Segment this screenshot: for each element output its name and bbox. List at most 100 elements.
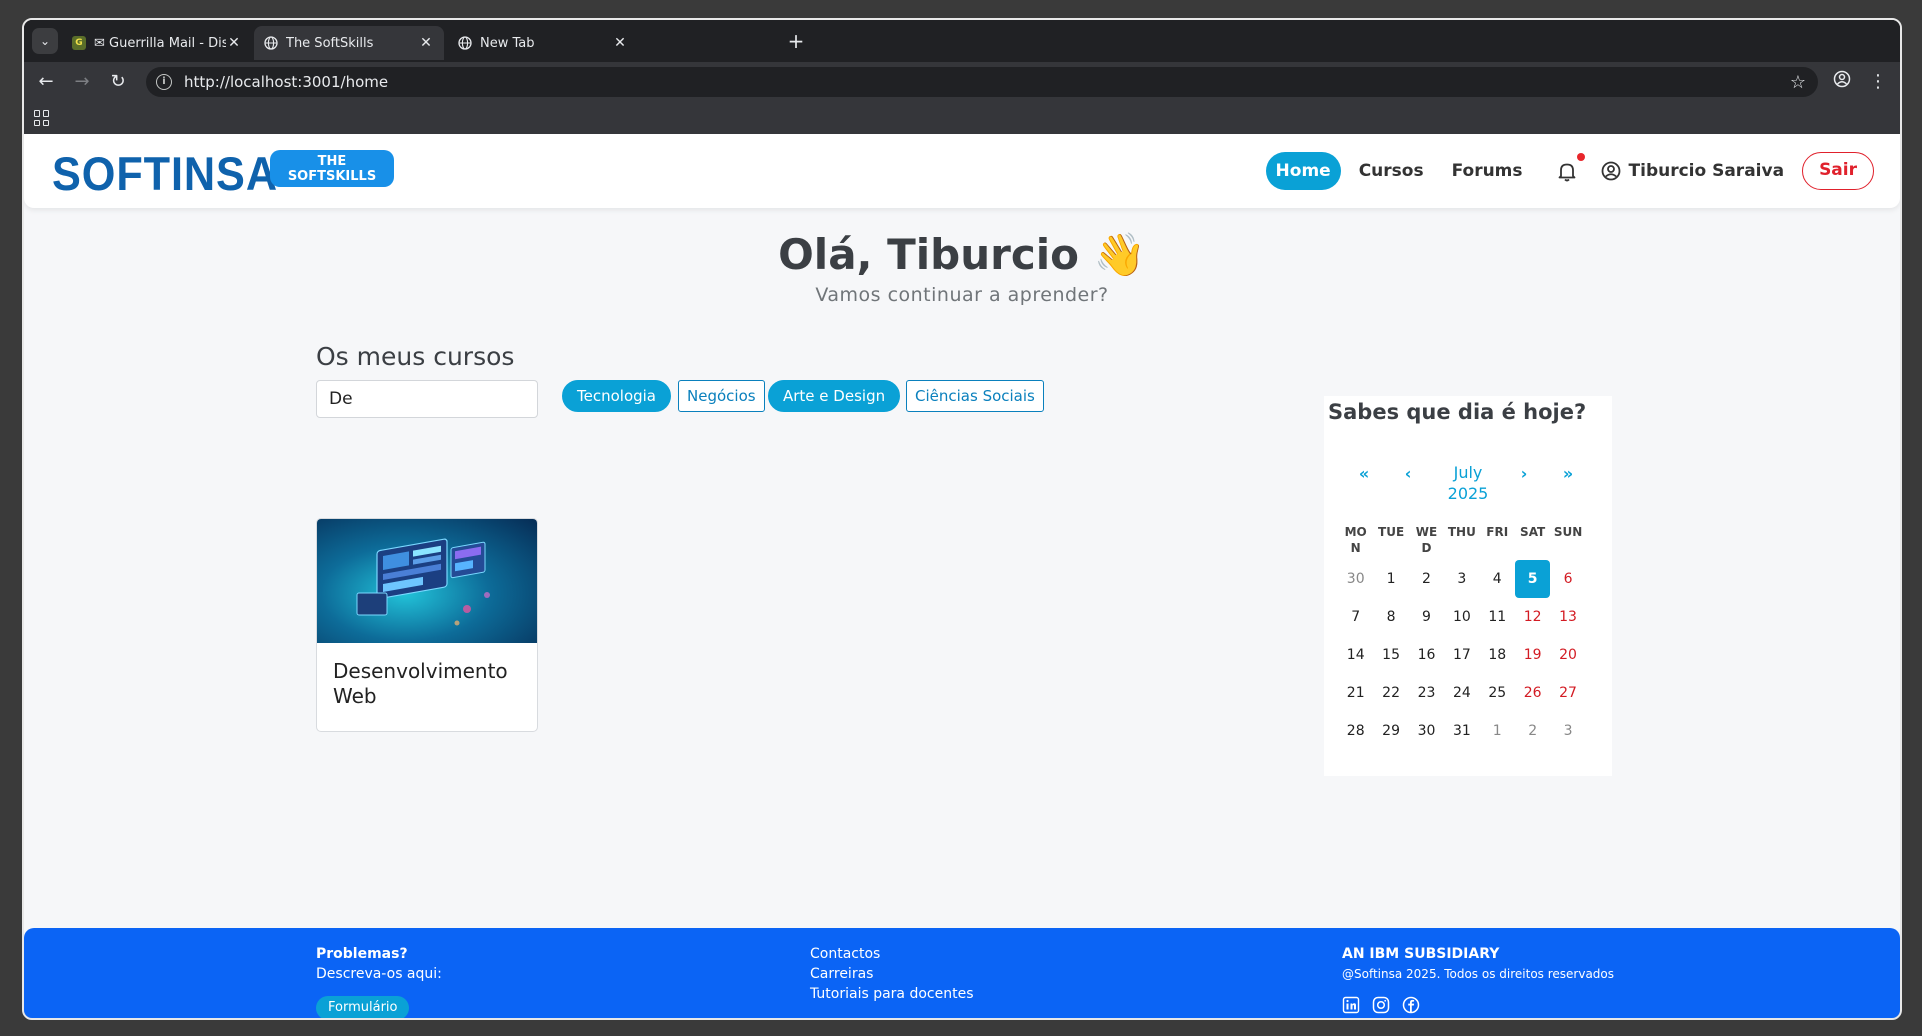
calendar-day[interactable]: 6 [1550, 571, 1585, 587]
user-circle-icon [1601, 161, 1620, 181]
calendar-day[interactable]: 10 [1444, 609, 1479, 625]
category-chip-ciencias-sociais[interactable]: Ciências Sociais [906, 380, 1044, 412]
next-year-button[interactable]: » [1556, 464, 1580, 483]
calendar-day[interactable]: 7 [1338, 609, 1373, 625]
apps-grid-icon[interactable] [34, 110, 50, 126]
close-icon[interactable]: ✕ [226, 35, 242, 51]
guerrilla-favicon-icon: G [72, 36, 86, 50]
calendar-day[interactable]: 14 [1338, 647, 1373, 663]
calendar-day[interactable]: 23 [1409, 685, 1444, 701]
calendar-day[interactable]: 2 [1409, 571, 1444, 587]
tab-guerrilla-mail[interactable]: G ✉ Guerrilla Mail - Disposa ✕ [62, 26, 252, 60]
calendar-day[interactable]: 1 [1373, 571, 1408, 587]
greeting-title: Olá, Tiburcio 👋 [778, 230, 1146, 279]
calendar-day[interactable]: 29 [1373, 723, 1408, 739]
calendar-day[interactable]: 2 [1515, 723, 1550, 739]
next-month-button[interactable]: › [1512, 464, 1536, 483]
calendar-day[interactable]: 28 [1338, 723, 1373, 739]
tab-title: The SoftSkills [286, 35, 374, 51]
course-title: Desenvolvimento Web [333, 659, 508, 708]
calendar-day[interactable]: 12 [1515, 609, 1550, 625]
close-icon[interactable]: ✕ [612, 35, 628, 51]
nav-forums[interactable]: Forums [1442, 152, 1533, 190]
back-icon[interactable]: ← [34, 70, 58, 94]
calendar-month-year[interactable]: July 2025 [1440, 462, 1496, 504]
instagram-icon[interactable] [1372, 996, 1390, 1014]
calendar-day[interactable]: 24 [1444, 685, 1479, 701]
calendar-day[interactable]: 31 [1444, 723, 1479, 739]
calendar-day-today[interactable]: 5 [1514, 560, 1551, 598]
calendar-day[interactable]: 13 [1550, 609, 1585, 625]
nav-home[interactable]: Home [1265, 152, 1341, 190]
nav-cursos[interactable]: Cursos [1349, 152, 1434, 190]
logout-button[interactable]: Sair [1802, 152, 1874, 190]
url-text[interactable]: http://localhost:3001/home [184, 73, 1790, 91]
new-tab-button[interactable]: + [784, 30, 808, 54]
greeting-subtitle: Vamos continuar a aprender? [815, 284, 1109, 306]
category-chip-negocios[interactable]: Negócios [678, 380, 765, 412]
globe-icon [264, 36, 278, 50]
close-icon[interactable]: ✕ [418, 35, 434, 51]
calendar-day[interactable]: 3 [1444, 571, 1479, 587]
browser-toolbar: ← → ↻ i http://localhost:3001/home ☆ ⋮ [24, 62, 1900, 102]
address-bar[interactable]: i http://localhost:3001/home ☆ [146, 67, 1818, 97]
footer-link-contactos[interactable]: Contactos [810, 944, 974, 964]
calendar-day[interactable]: 18 [1480, 647, 1515, 663]
calendar-week: 28 29 30 31 1 2 3 [1338, 712, 1586, 750]
calendar-day[interactable]: 1 [1480, 723, 1515, 739]
course-search-input[interactable] [316, 380, 538, 418]
calendar-day[interactable]: 20 [1550, 647, 1585, 663]
tab-title: ✉ Guerrilla Mail - Disposa [94, 35, 226, 51]
calendar-day[interactable]: 8 [1373, 609, 1408, 625]
globe-icon [458, 36, 472, 50]
calendar-day[interactable]: 3 [1550, 723, 1585, 739]
forward-icon[interactable]: → [70, 70, 94, 94]
tab-search-button[interactable]: ⌄ [32, 28, 58, 54]
weekday-label: MON [1344, 525, 1367, 555]
calendar-day[interactable]: 26 [1515, 685, 1550, 701]
weekday-label: SUN [1553, 525, 1583, 539]
calendar-day[interactable]: 22 [1373, 685, 1408, 701]
tab-new-tab[interactable]: New Tab ✕ [448, 26, 638, 60]
social-links [1342, 996, 1614, 1014]
facebook-icon[interactable] [1402, 996, 1420, 1014]
my-courses-title: Os meus cursos [316, 342, 515, 371]
footer-problems-text: Descreva-os aqui: [316, 966, 442, 982]
tab-softskills[interactable]: The SoftSkills ✕ [254, 26, 444, 60]
user-menu[interactable]: Tiburcio Saraiva [1601, 161, 1784, 181]
prev-month-button[interactable]: ‹ [1396, 464, 1420, 483]
profile-icon[interactable] [1830, 70, 1854, 94]
reload-icon[interactable]: ↻ [106, 70, 130, 94]
calendar-day[interactable]: 15 [1373, 647, 1408, 663]
site-footer: Problemas? Descreva-os aqui: Formulário … [24, 928, 1900, 1018]
softinsa-logo[interactable]: SOFTINSA [52, 146, 278, 201]
footer-company-title: AN IBM SUBSIDIARY [1342, 946, 1500, 962]
category-chip-tecnologia[interactable]: Tecnologia [562, 380, 671, 412]
calendar-day[interactable]: 19 [1515, 647, 1550, 663]
site-info-icon[interactable]: i [156, 74, 172, 90]
linkedin-icon[interactable] [1342, 996, 1360, 1014]
footer-link-carreiras[interactable]: Carreiras [810, 964, 974, 984]
calendar-day[interactable]: 27 [1550, 685, 1585, 701]
calendar-day[interactable]: 21 [1338, 685, 1373, 701]
calendar-day[interactable]: 30 [1338, 571, 1373, 587]
weekday-label: SAT [1520, 525, 1546, 539]
calendar-day[interactable]: 17 [1444, 647, 1479, 663]
main-nav: Home Cursos Forums Tiburcio Saraiva Sair [1258, 152, 1874, 190]
bell-icon[interactable] [1555, 153, 1585, 183]
calendar-day[interactable]: 16 [1409, 647, 1444, 663]
course-card[interactable]: Desenvolvimento Web [316, 518, 538, 732]
badge-line-1: THE [317, 154, 347, 169]
calendar-day[interactable]: 11 [1480, 609, 1515, 625]
prev-year-button[interactable]: « [1352, 464, 1376, 483]
form-button[interactable]: Formulário [316, 996, 410, 1018]
bookmark-star-icon[interactable]: ☆ [1790, 72, 1806, 93]
calendar-day[interactable]: 9 [1409, 609, 1444, 625]
calendar-day[interactable]: 30 [1409, 723, 1444, 739]
footer-link-tutoriais[interactable]: Tutoriais para docentes [810, 984, 974, 1004]
calendar-day[interactable]: 25 [1480, 685, 1515, 701]
menu-kebab-icon[interactable]: ⋮ [1866, 70, 1890, 94]
notification-dot [1576, 153, 1585, 161]
calendar-day[interactable]: 4 [1480, 571, 1515, 587]
category-chip-arte-design[interactable]: Arte e Design [768, 380, 901, 412]
